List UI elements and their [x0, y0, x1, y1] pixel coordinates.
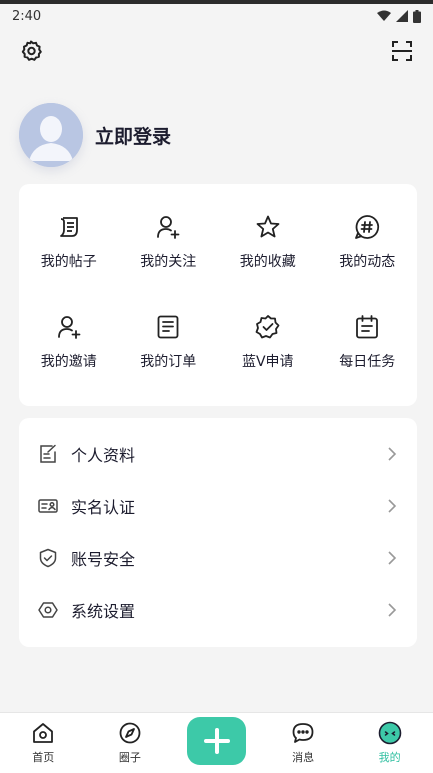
list-item-label: 系统设置 — [71, 602, 136, 621]
grid-item-label: 我的动态 — [339, 254, 396, 270]
grid-item-label: 每日任务 — [339, 354, 396, 370]
plus-icon — [203, 728, 230, 754]
gear-icon — [21, 40, 42, 61]
tab-label: 首页 — [32, 751, 55, 764]
profile-face-icon — [378, 721, 402, 745]
status-icons — [377, 9, 421, 23]
order-icon — [154, 313, 182, 341]
status-time: 2:40 — [12, 8, 42, 24]
grid-item-label: 我的关注 — [140, 254, 197, 270]
tab-label: 我的 — [378, 751, 401, 764]
calendar-icon — [353, 313, 381, 341]
compass-icon — [118, 721, 142, 745]
status-bar: 2:40 — [0, 4, 433, 28]
star-icon — [254, 213, 282, 241]
signal-icon — [396, 10, 408, 22]
tab-label: 消息 — [292, 751, 315, 764]
wifi-icon — [377, 10, 391, 21]
tab-label: 圈子 — [118, 751, 141, 764]
tab-circle[interactable]: 圈子 — [87, 713, 174, 773]
default-avatar-icon — [19, 103, 83, 167]
home-icon — [31, 721, 55, 745]
list-item-system-settings[interactable]: 系统设置 — [19, 584, 417, 636]
scan-button[interactable] — [389, 38, 415, 64]
grid-item-blue-v-apply[interactable]: 蓝V申请 — [218, 292, 318, 392]
scan-icon — [392, 41, 412, 61]
grid-item-my-orders[interactable]: 我的订单 — [119, 292, 219, 392]
chat-icon — [291, 721, 315, 745]
grid-item-my-favorites[interactable]: 我的收藏 — [218, 192, 318, 292]
chevron-right-icon — [385, 499, 399, 513]
feature-grid: 我的帖子 我的关注 我的收藏 我的动态 我的邀请 我的订单 蓝V申请 每日任务 — [19, 184, 417, 392]
follow-icon — [154, 213, 182, 241]
login-label[interactable]: 立即登录 — [95, 122, 171, 149]
grid-item-label: 蓝V申请 — [241, 354, 294, 370]
header-toolbar — [18, 38, 415, 64]
shield-icon — [37, 547, 59, 569]
tab-mine[interactable]: 我的 — [346, 713, 433, 773]
grid-item-label: 我的收藏 — [239, 254, 296, 270]
grid-item-my-invites[interactable]: 我的邀请 — [19, 292, 119, 392]
chevron-right-icon — [385, 447, 399, 461]
list-item-label: 实名认证 — [71, 498, 136, 517]
invite-icon — [55, 313, 83, 341]
feature-grid-card: 我的帖子 我的关注 我的收藏 我的动态 我的邀请 我的订单 蓝V申请 每日任务 — [19, 184, 417, 406]
settings-button[interactable] — [18, 38, 44, 64]
grid-item-daily-tasks[interactable]: 每日任务 — [318, 292, 418, 392]
grid-item-my-posts[interactable]: 我的帖子 — [19, 192, 119, 292]
settings-list-card: 个人资料 实名认证 账号安全 系统设置 — [19, 418, 417, 647]
chevron-right-icon — [385, 551, 399, 565]
post-icon — [55, 213, 83, 241]
grid-item-label: 我的邀请 — [40, 354, 97, 370]
list-item-label: 个人资料 — [71, 446, 136, 465]
list-item-label: 账号安全 — [71, 550, 136, 569]
grid-item-my-activity[interactable]: 我的动态 — [318, 192, 418, 292]
hashtag-icon — [353, 213, 381, 241]
list-item-profile[interactable]: 个人资料 — [19, 428, 417, 480]
battery-icon — [413, 9, 421, 23]
badge-check-icon — [254, 313, 282, 341]
edit-doc-icon — [37, 443, 59, 465]
list-item-account-security[interactable]: 账号安全 — [19, 532, 417, 584]
list-item-verification[interactable]: 实名认证 — [19, 480, 417, 532]
grid-item-label: 我的订单 — [140, 354, 197, 370]
grid-item-label: 我的帖子 — [40, 254, 97, 270]
settings-hex-icon — [37, 599, 59, 621]
id-card-icon — [37, 495, 59, 517]
avatar[interactable] — [19, 103, 83, 167]
tab-messages[interactable]: 消息 — [260, 713, 347, 773]
tab-home[interactable]: 首页 — [0, 713, 87, 773]
profile-header[interactable]: 立即登录 — [19, 103, 171, 167]
add-post-button[interactable] — [187, 717, 246, 765]
grid-item-my-following[interactable]: 我的关注 — [119, 192, 219, 292]
chevron-right-icon — [385, 603, 399, 617]
